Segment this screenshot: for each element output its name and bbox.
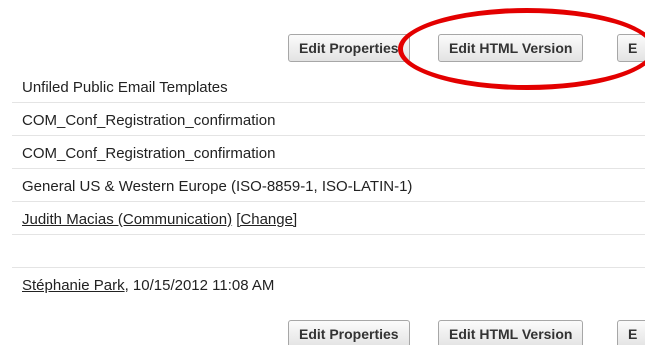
encoding-value: General US & Western Europe (ISO-8859-1,… — [22, 178, 413, 195]
template-unique-name-row: COM_Conf_Registration_confirmation — [12, 140, 645, 169]
template-name-row: COM_Conf_Registration_confirmation — [12, 107, 645, 136]
edit-properties-button-top[interactable]: Edit Properties — [288, 34, 410, 62]
folder-value: Unfiled Public Email Templates — [22, 79, 228, 96]
encoding-row: General US & Western Europe (ISO-8859-1,… — [12, 173, 645, 202]
empty-row — [12, 239, 645, 268]
truncated-button-bottom[interactable]: E — [617, 320, 645, 345]
edit-html-version-button-bottom[interactable]: Edit HTML Version — [438, 320, 584, 345]
email-template-detail-page: Edit Properties Edit HTML Version E Unfi… — [0, 0, 645, 345]
edit-html-version-button-top[interactable]: Edit HTML Version — [438, 34, 584, 62]
author-name-link[interactable]: Judith Macias (Communication) — [22, 211, 232, 228]
modified-by-link[interactable]: Stéphanie Park — [22, 277, 125, 294]
edit-properties-button-bottom[interactable]: Edit Properties — [288, 320, 410, 345]
author-row: Judith Macias (Communication) [Change] — [12, 206, 645, 235]
truncated-button-top[interactable]: E — [617, 34, 645, 62]
template-name-value: COM_Conf_Registration_confirmation — [22, 112, 276, 129]
author-change-link[interactable]: [Change] — [236, 211, 297, 228]
folder-row: Unfiled Public Email Templates — [12, 74, 645, 103]
modified-date: , 10/15/2012 11:08 AM — [124, 277, 275, 294]
modified-by-row: Stéphanie Park, 10/15/2012 11:08 AM — [12, 272, 645, 301]
template-unique-name-value: COM_Conf_Registration_confirmation — [22, 145, 276, 162]
